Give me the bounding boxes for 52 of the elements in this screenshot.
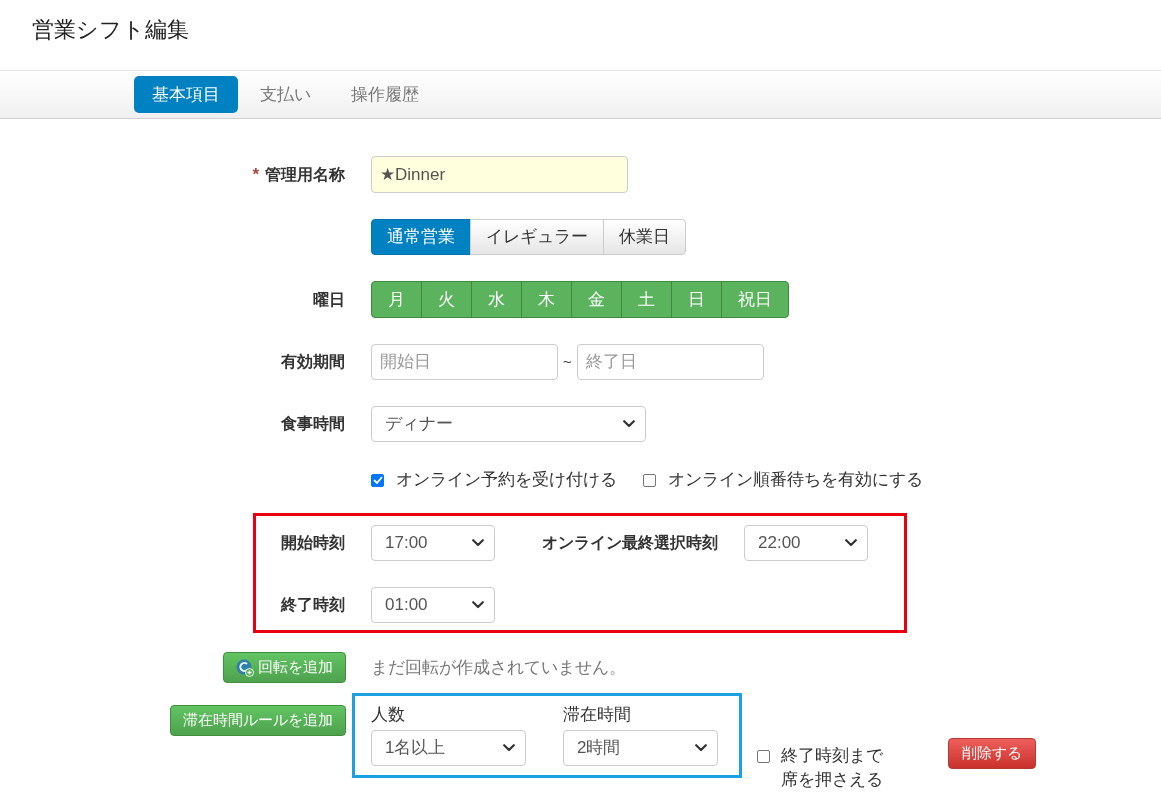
chevron-down-icon [623,420,635,428]
checkbox-label: オンライン予約を受け付ける [396,469,617,492]
chevron-down-icon [503,744,515,752]
field-label: 管理用名称 [265,164,345,185]
field-label: 曜日 [313,289,345,310]
cycle-plus-icon [236,658,254,677]
add-rotation-button[interactable]: 回転を追加 [223,652,346,683]
party-size-select[interactable]: 1名以上 [371,730,526,766]
checkbox-label: オンライン順番待ちを有効にする [668,469,923,492]
weekday-toggle[interactable]: 火 [421,281,472,318]
weekday-toggle[interactable]: 木 [521,281,572,318]
start-date-input[interactable]: 開始日 [371,344,558,380]
time-select[interactable]: 01:00 [371,587,495,623]
chevron-down-icon [472,539,484,547]
weekday-toggle[interactable]: 水 [471,281,522,318]
field-label: 人数 [371,704,406,726]
field-label: 終了時刻 [281,595,345,615]
field-label: 食事時間 [281,414,345,434]
segment-button[interactable]: 通常営業 [371,219,471,255]
delete-button[interactable]: 削除する [948,738,1036,769]
time-select[interactable]: 22:00 [744,525,868,561]
required-mark: * [252,163,259,186]
field-label: 滞在時間 [563,704,632,726]
page-title: 営業シフト編集 [32,16,189,44]
weekday-toggle[interactable]: 金 [571,281,622,318]
weekday-toggle[interactable]: 祝日 [721,281,789,318]
range-separator: ~ [563,351,572,372]
segment-button[interactable]: 休業日 [603,219,686,255]
chevron-down-icon [472,601,484,609]
checkbox[interactable] [371,473,384,487]
field-label: オンライン最終選択時刻 [542,534,718,551]
segment-button[interactable]: イレギュラー [470,219,604,255]
weekday-toggle[interactable]: 土 [621,281,672,318]
field-label: 有効期間 [281,352,345,372]
empty-message: まだ回転が作成されていません。 [371,656,626,679]
checkbox[interactable] [757,750,770,763]
tab[interactable]: 支払い [242,76,329,113]
checkbox-label: 終了時刻まで席を押さえる [781,745,884,791]
checkbox[interactable] [643,473,656,487]
name-input[interactable]: ★Dinner [371,156,628,193]
chevron-down-icon [845,539,857,547]
tab[interactable]: 基本項目 [134,76,238,113]
meal-time-select[interactable]: ディナー [371,406,646,442]
chevron-down-icon [695,744,707,752]
duration-select[interactable]: 2時間 [563,730,718,766]
field-label: 開始時刻 [281,533,345,553]
add-stay-rule-button[interactable]: 滞在時間ルールを追加 [170,705,346,736]
end-date-input[interactable]: 終了日 [576,344,764,380]
weekday-toggle[interactable]: 日 [671,281,722,318]
time-select[interactable]: 17:00 [371,525,495,561]
weekday-toggle[interactable]: 月 [371,281,422,318]
tab[interactable]: 操作履歴 [333,76,437,113]
